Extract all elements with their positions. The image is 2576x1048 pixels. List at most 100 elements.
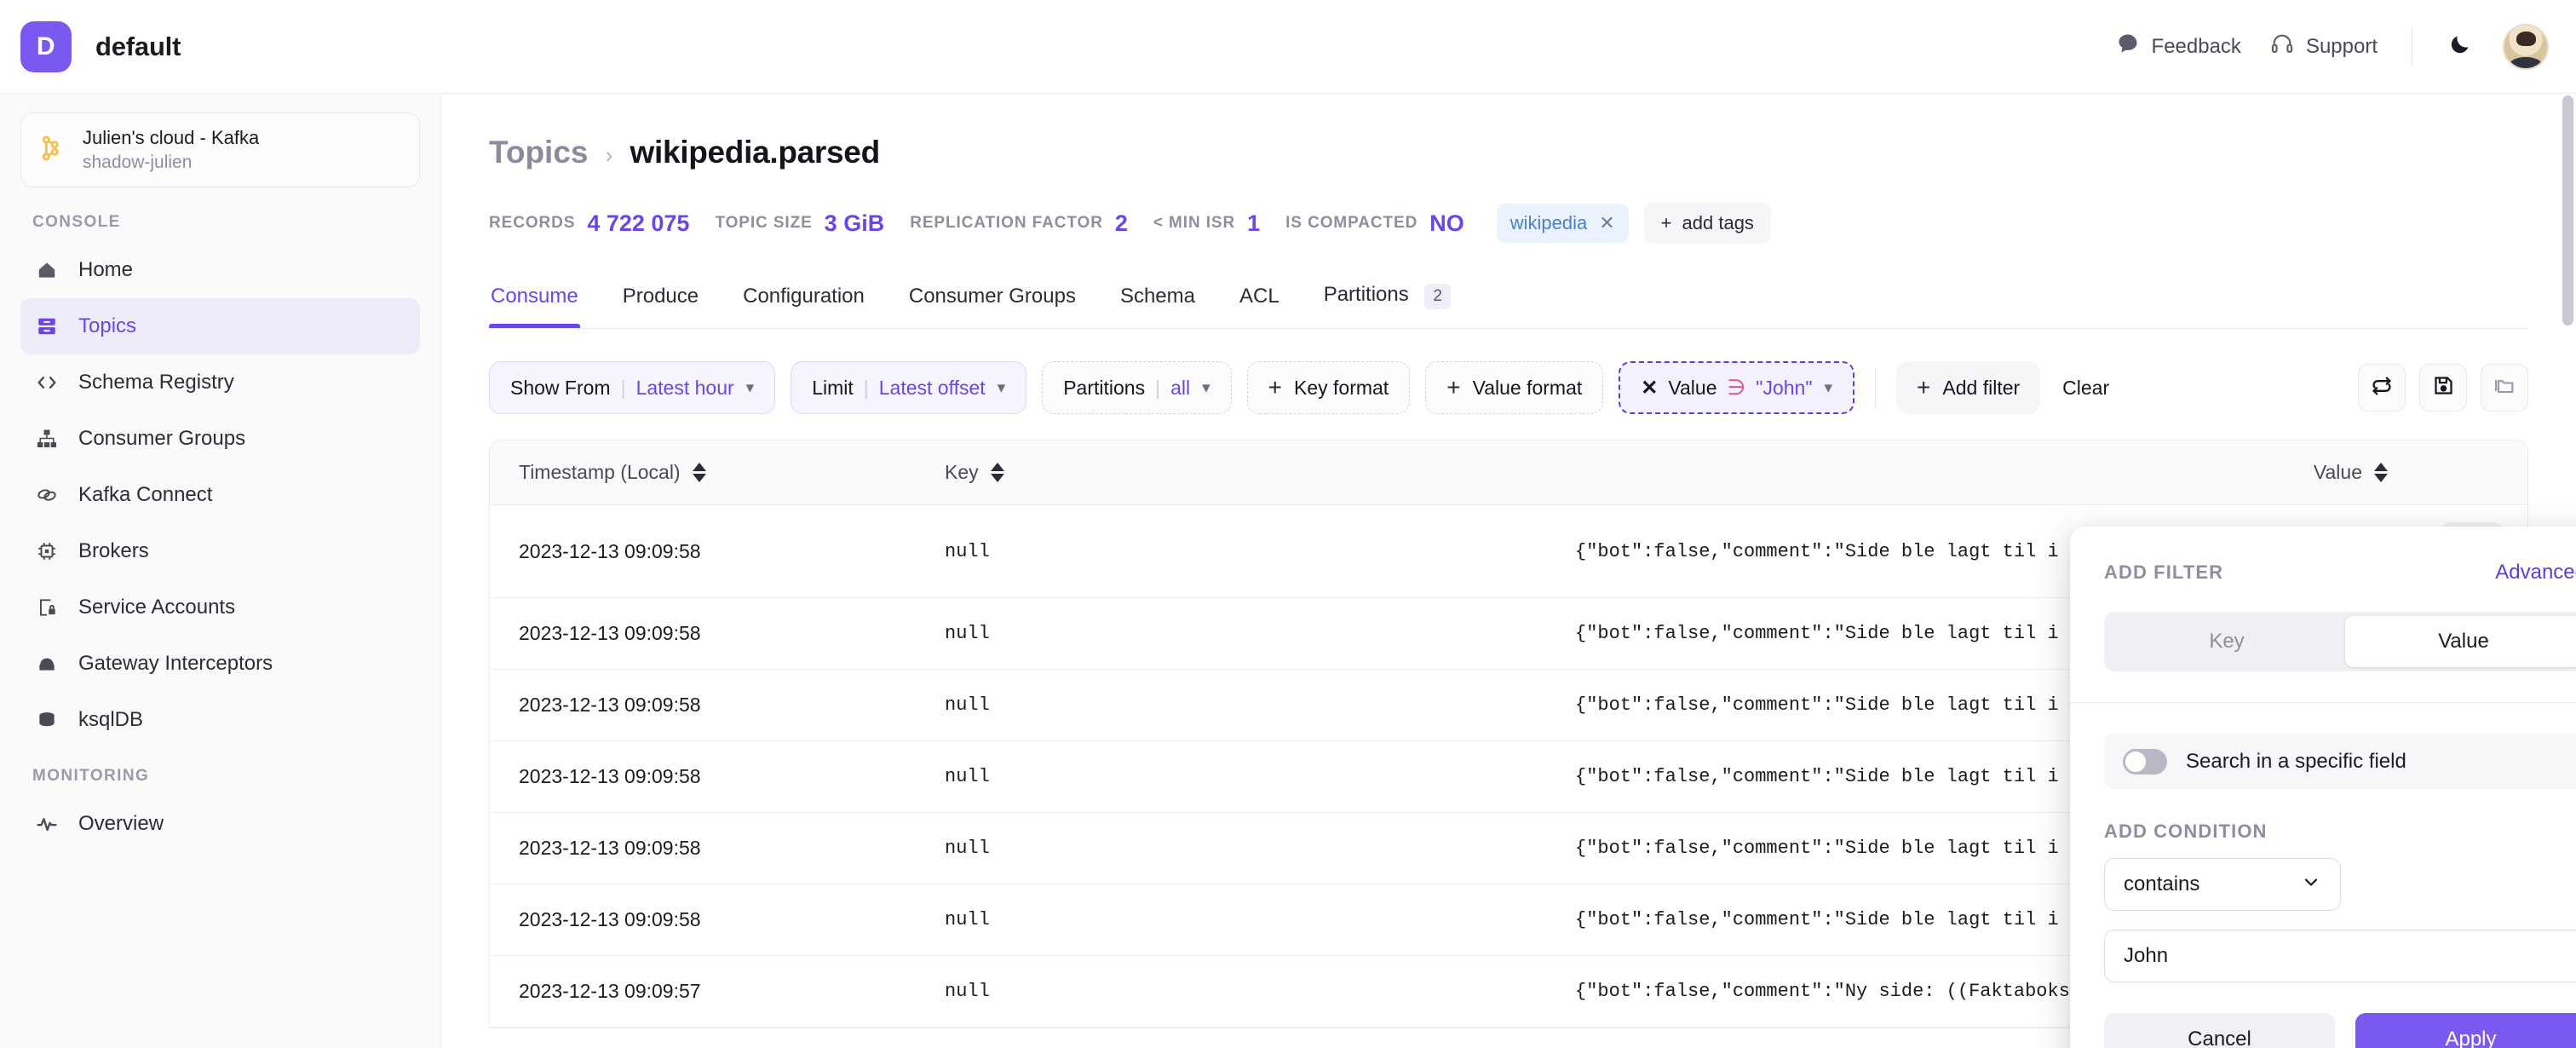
column-header-timestamp[interactable]: Timestamp (Local) xyxy=(490,441,916,505)
nav-section-label-monitoring: MONITORING xyxy=(32,767,150,785)
tab-bar: Consume Produce Configuration Consumer G… xyxy=(489,283,2528,329)
column-header-key[interactable]: Key xyxy=(916,441,1546,505)
key-value-segmented-control: Key Value xyxy=(2104,612,2576,671)
page-scrollbar-thumb[interactable] xyxy=(2562,95,2573,325)
tab-consume[interactable]: Consume xyxy=(489,284,580,328)
nav-section-label-console: CONSOLE xyxy=(32,213,121,231)
condition-value-input[interactable]: John xyxy=(2104,930,2576,982)
cancel-button[interactable]: Cancel xyxy=(2104,1013,2335,1048)
contains-operator-icon: ∋ xyxy=(1727,376,1746,400)
search-specific-field-row[interactable]: Search in a specific field xyxy=(2104,734,2576,790)
close-icon[interactable]: ✕ xyxy=(1641,376,1658,400)
advanced-link[interactable]: Advanced xyxy=(2495,561,2576,584)
refresh-button[interactable] xyxy=(2358,364,2406,412)
limit-value: Latest offset xyxy=(878,376,986,399)
support-label: Support xyxy=(2305,34,2378,58)
clear-filters-button[interactable]: Clear xyxy=(2056,377,2116,400)
tab-partitions[interactable]: Partitions 2 xyxy=(1322,283,1452,328)
add-tags-button[interactable]: + add tags xyxy=(1643,203,1771,244)
tab-label-consumer-groups: Consumer Groups xyxy=(908,284,1076,308)
feedback-button[interactable]: Feedback xyxy=(2116,32,2241,61)
limit-filter[interactable]: Limit | Latest offset ▾ xyxy=(791,361,1027,414)
cell-key: null xyxy=(916,669,1546,741)
folder-icon xyxy=(2493,374,2516,402)
account-lock-icon xyxy=(34,595,60,620)
pulse-icon xyxy=(34,811,60,837)
cell-timestamp: 2023-12-13 09:09:58 xyxy=(490,740,916,813)
sort-icon[interactable] xyxy=(692,463,706,482)
tab-label-consume: Consume xyxy=(491,284,578,308)
value-format-filter[interactable]: + Value format xyxy=(1425,361,1604,414)
close-icon[interactable]: ✕ xyxy=(1599,212,1614,234)
sidebar-item-home[interactable]: Home xyxy=(20,242,420,298)
limit-label: Limit xyxy=(812,376,854,399)
add-filter-popover: ADD FILTER Advanced Key Value Search in … xyxy=(2070,527,2576,1048)
toolbar-icons xyxy=(2358,364,2528,412)
filter-toolbar: Show From | Latest hour ▾ Limit | Latest… xyxy=(489,361,2528,414)
sidebar-item-schema-registry[interactable]: Schema Registry xyxy=(20,354,420,411)
user-avatar[interactable] xyxy=(2503,23,2549,70)
sidebar-label-overview: Overview xyxy=(78,812,164,835)
search-specific-field-toggle[interactable] xyxy=(2123,749,2167,774)
partitions-label: Partitions xyxy=(1063,376,1146,399)
tab-produce[interactable]: Produce xyxy=(621,285,700,327)
key-format-filter[interactable]: + Key format xyxy=(1246,361,1411,414)
tab-label-produce: Produce xyxy=(622,284,699,308)
sidebar-item-ksqldb[interactable]: ksqlDB xyxy=(20,692,420,748)
breadcrumb-separator-icon: › xyxy=(605,142,613,168)
sidebar-label-home: Home xyxy=(78,258,134,281)
sidebar-item-consumer-groups[interactable]: Consumer Groups xyxy=(20,411,420,467)
condition-operator-select[interactable]: contains xyxy=(2104,858,2341,911)
cell-timestamp: 2023-12-13 09:09:58 xyxy=(490,504,916,598)
popover-header: ADD FILTER Advanced xyxy=(2070,527,2576,584)
sidebar-item-topics[interactable]: Topics xyxy=(20,298,420,354)
popover-divider xyxy=(2070,702,2576,703)
save-button[interactable] xyxy=(2419,364,2467,412)
link-icon xyxy=(34,482,60,508)
tab-schema[interactable]: Schema xyxy=(1118,285,1197,327)
segment-value[interactable]: Value xyxy=(2345,616,2576,667)
sidebar-item-overview[interactable]: Overview xyxy=(20,796,420,852)
breadcrumb-topics[interactable]: Topics xyxy=(489,135,589,170)
chip-icon xyxy=(34,538,60,564)
tag-wikipedia[interactable]: wikipedia ✕ xyxy=(1496,204,1629,243)
cluster-selector[interactable]: Julien's cloud - Kafka shadow-julien xyxy=(20,112,420,187)
value-condition-value: "John" xyxy=(1756,376,1813,399)
sidebar-label-consumer-groups: Consumer Groups xyxy=(78,427,246,450)
tab-configuration[interactable]: Configuration xyxy=(741,285,866,327)
app-root: D default Feedback Support Julien's clou… xyxy=(0,0,2576,1048)
sidebar-label-gateway-interceptors: Gateway Interceptors xyxy=(78,652,273,675)
show-from-value: Latest hour xyxy=(635,376,734,399)
meta-label-topic-size: TOPIC SIZE xyxy=(715,214,813,232)
body: Julien's cloud - Kafka shadow-julien CON… xyxy=(0,94,2576,1048)
meta-value-is-compacted: NO xyxy=(1429,210,1464,236)
condition-value-text: John xyxy=(2124,944,2169,967)
tab-consumer-groups[interactable]: Consumer Groups xyxy=(907,285,1078,327)
value-condition-filter[interactable]: ✕ Value ∋ "John" ▾ xyxy=(1619,361,1855,414)
sort-icon[interactable] xyxy=(2374,463,2388,482)
popover-title: ADD FILTER xyxy=(2104,561,2224,583)
column-label-key: Key xyxy=(945,461,979,483)
sidebar-item-kafka-connect[interactable]: Kafka Connect xyxy=(20,467,420,523)
pill-divider: | xyxy=(620,376,626,399)
sort-icon[interactable] xyxy=(990,463,1004,482)
sidebar-item-brokers[interactable]: Brokers xyxy=(20,523,420,579)
sidebar-item-gateway-interceptors[interactable]: Gateway Interceptors xyxy=(20,636,420,692)
key-format-label: Key format xyxy=(1293,376,1389,399)
support-button[interactable]: Support xyxy=(2270,32,2378,61)
meta-value-records: 4 722 075 xyxy=(587,210,690,236)
dark-mode-toggle-icon[interactable] xyxy=(2447,31,2474,63)
kafka-icon xyxy=(37,134,66,167)
apply-button[interactable]: Apply xyxy=(2355,1013,2576,1048)
saved-filters-button[interactable] xyxy=(2481,364,2528,412)
segment-key[interactable]: Key xyxy=(2108,616,2345,667)
show-from-filter[interactable]: Show From | Latest hour ▾ xyxy=(489,361,776,414)
sidebar-item-service-accounts[interactable]: Service Accounts xyxy=(20,579,420,636)
tab-acl[interactable]: ACL xyxy=(1238,285,1281,327)
add-filter-button[interactable]: + Add filter xyxy=(1896,361,2041,414)
cell-timestamp: 2023-12-13 09:09:58 xyxy=(490,884,916,956)
column-header-value[interactable]: Value xyxy=(1546,441,2417,505)
org-avatar[interactable]: D xyxy=(20,20,72,72)
value-condition-label: Value xyxy=(1668,376,1717,399)
partitions-filter[interactable]: Partitions | all ▾ xyxy=(1042,361,1232,414)
